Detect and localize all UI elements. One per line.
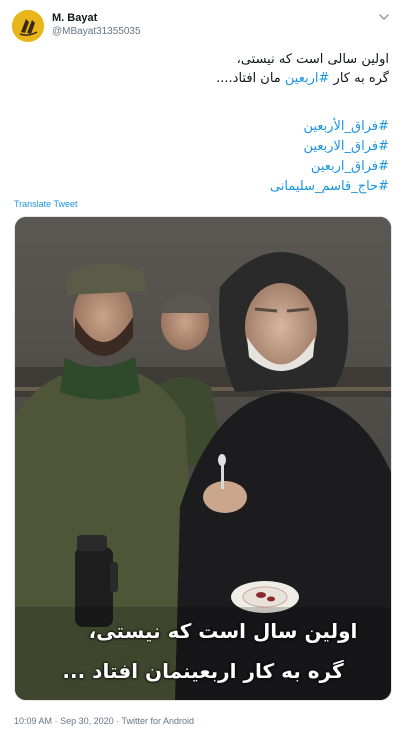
- avatar[interactable]: [12, 10, 44, 42]
- image-caption-line-2: گره به کار اربعینمان افتاد ...: [62, 659, 344, 683]
- tweet-text-prefix: گره به کار: [329, 71, 389, 86]
- translate-tweet-link[interactable]: Translate Tweet: [14, 199, 78, 209]
- meta-separator: ·: [116, 716, 120, 726]
- hashtag-link[interactable]: #فراق_اربعین: [270, 157, 389, 177]
- tweet-header: M. Bayat @MBayat31355035: [12, 10, 393, 44]
- display-name[interactable]: M. Bayat: [52, 12, 141, 25]
- avatar-logo-icon: [12, 10, 44, 42]
- tweet-time[interactable]: 10:09 AM: [14, 716, 52, 726]
- user-names: M. Bayat @MBayat31355035: [52, 12, 141, 39]
- meta-separator: ·: [54, 716, 58, 726]
- hashtag-link[interactable]: #فراق_الاربعین: [270, 137, 390, 157]
- tweet-text: اولین سالی است که نیستی، گره به کار #ارب…: [14, 50, 389, 88]
- tweet-source[interactable]: Twitter for Android: [121, 716, 194, 726]
- image-caption-line-1: اولین سال است که نیستی،: [88, 619, 358, 643]
- tweet-card: M. Bayat @MBayat31355035 اولین سالی است …: [0, 0, 403, 733]
- user-handle[interactable]: @MBayat31355035: [52, 25, 141, 39]
- hashtag-link[interactable]: #اربعین: [285, 71, 330, 86]
- tweet-text-line-1: اولین سالی است که نیستی،: [236, 52, 389, 67]
- chevron-down-icon[interactable]: [377, 10, 391, 24]
- hashtag-list: #فراق_الأربعین #فراق_الاربعین #فراق_اربع…: [270, 117, 389, 197]
- tweet-meta: 10:09 AM · Sep 30, 2020 · Twitter for An…: [14, 716, 194, 726]
- tweet-date[interactable]: Sep 30, 2020: [60, 716, 114, 726]
- tweet-text-suffix: مان افتاد....: [216, 71, 285, 86]
- hashtag-link[interactable]: #فراق_الأربعین: [270, 117, 390, 137]
- tweet-text-line-2: گره به کار #اربعین مان افتاد....: [14, 69, 389, 88]
- tweet-media-image[interactable]: اولین سال است که نیستی، گره به کار اربعی…: [14, 216, 392, 701]
- hashtag-link[interactable]: #حاج_قاسم_سلیمانی: [270, 177, 389, 197]
